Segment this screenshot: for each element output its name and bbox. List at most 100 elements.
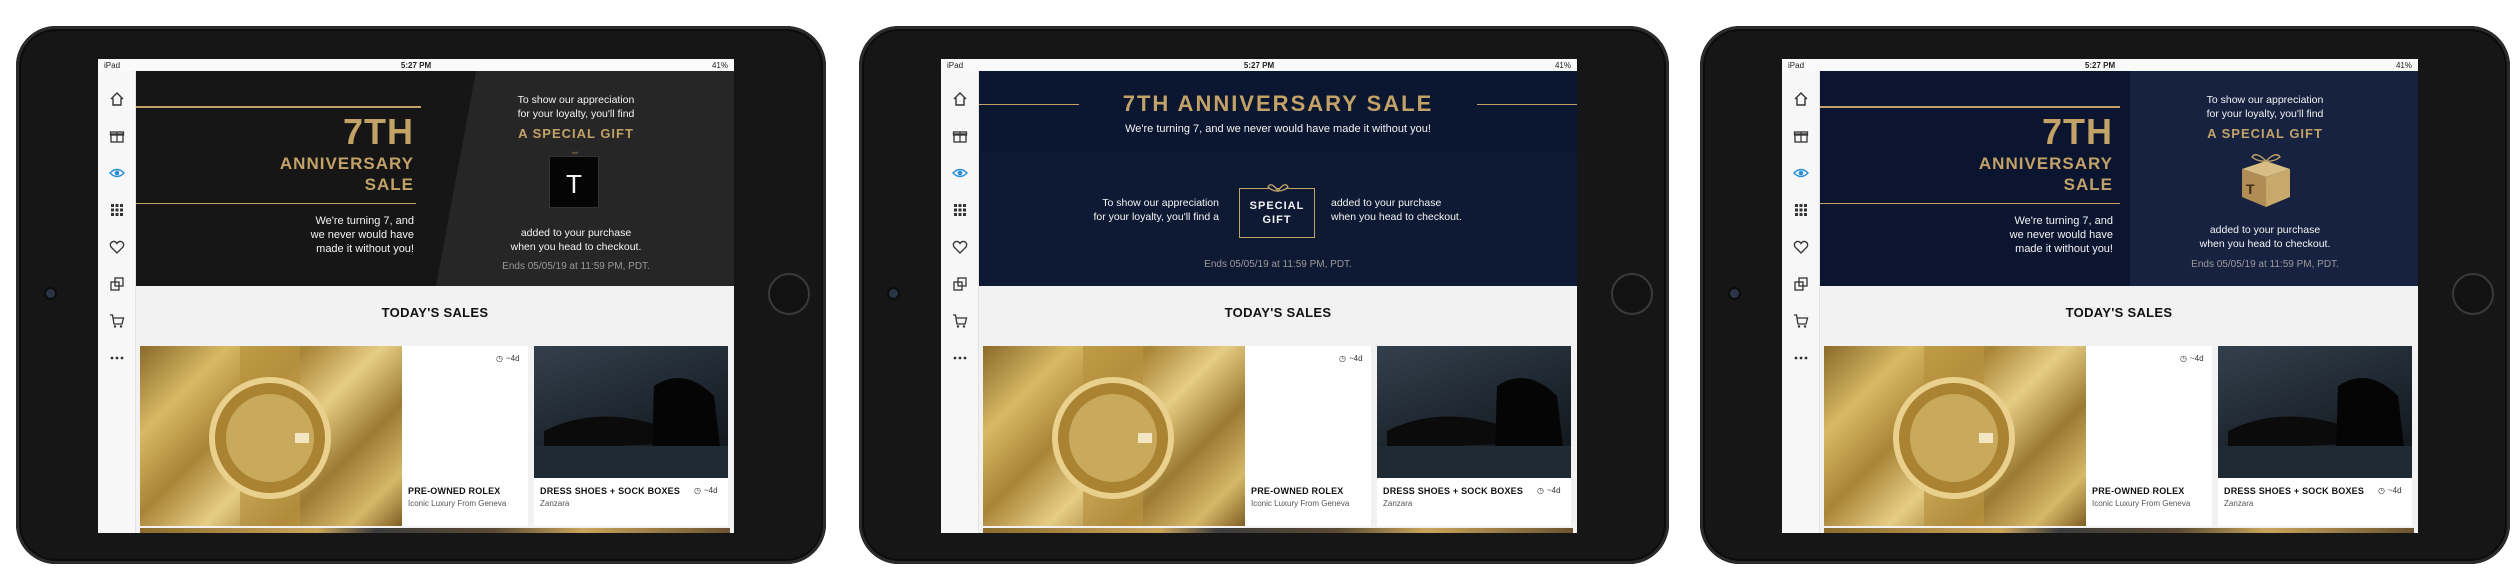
eye-icon[interactable] <box>952 165 968 181</box>
special-gift-label: A SPECIAL GIFT <box>2207 126 2323 141</box>
card-title: DRESS SHOES + SOCK BOXES <box>1383 486 1524 496</box>
time-left-text: ~4d <box>1546 486 1561 495</box>
grid-icon[interactable] <box>952 202 968 218</box>
tagline-line: we never would have <box>2009 229 2113 241</box>
gift-icon[interactable] <box>109 128 125 144</box>
gift-icon[interactable] <box>1793 128 1809 144</box>
clock-icon: ◷ <box>1339 354 1346 363</box>
sidebar <box>98 71 136 533</box>
anniversary-banner[interactable]: 7TH ANNIVERSARY SALE We're turning 7, an… <box>1820 71 2418 286</box>
sales-cards: ◷ ~4d PRE-OWNED ROLEX Iconic Luxury From … <box>1824 346 2414 526</box>
added-line: added to your purchase <box>1331 197 1442 209</box>
sidebar <box>1782 71 1820 533</box>
status-bar: iPad 5:27 PM 41% <box>98 59 734 71</box>
heart-icon[interactable] <box>109 239 125 255</box>
grid-icon[interactable] <box>1793 202 1809 218</box>
time-left: ◷ ~4d <box>2378 486 2402 495</box>
more-icon[interactable] <box>109 350 125 366</box>
clock-icon: ◷ <box>1537 486 1544 495</box>
heart-icon[interactable] <box>1793 239 1809 255</box>
time-left-text: ~4d <box>2387 486 2402 495</box>
appreciation-text: To show our appreciation for your loyalt… <box>2165 93 2365 121</box>
anniversary-banner[interactable]: 7TH ANNIVERSARY SALE We're turning 7, an… <box>979 71 1577 286</box>
sale-card-rolex[interactable]: ◷ ~4d PRE-OWNED ROLEX Iconic Luxury From … <box>983 346 1371 526</box>
clock: 5:27 PM <box>1243 60 1275 70</box>
sale-card-rolex[interactable]: ◷ ~4d PRE-OWNED ROLEX Iconic Luxury From … <box>1824 346 2212 526</box>
card-title: PRE-OWNED ROLEX <box>408 486 501 496</box>
next-row-preview <box>140 528 730 533</box>
sale-card-shoes[interactable]: DRESS SHOES + SOCK BOXES ◷ ~4d Zanzara <box>2218 346 2412 526</box>
anniversary-banner[interactable]: 7TH ANNIVERSARY SALE We're turning 7, an… <box>136 71 734 286</box>
time-left: ◷ ~4d <box>1339 354 1363 363</box>
appreciation-text: To show our appreciation for your loyalt… <box>476 93 676 121</box>
todays-sales-heading: TODAY'S SALES <box>979 286 1577 338</box>
home-button[interactable] <box>1611 273 1653 315</box>
status-bar: iPad 5:27 PM 41% <box>1782 59 2418 71</box>
anniversary-label: ANNIVERSARY <box>279 154 414 173</box>
added-line: when you head to checkout. <box>1331 211 1462 223</box>
home-icon[interactable] <box>1793 91 1809 107</box>
gift-icon[interactable] <box>952 128 968 144</box>
heart-icon[interactable] <box>952 239 968 255</box>
clock-icon: ◷ <box>694 486 701 495</box>
eye-icon[interactable] <box>109 165 125 181</box>
tagline: We're turning 7, and we never would have… <box>236 214 414 256</box>
gift-box-icon: T <box>549 151 599 208</box>
clock-icon: ◷ <box>2180 354 2187 363</box>
added-text: added to your purchase when you head to … <box>1331 196 1511 224</box>
shoes-image <box>1377 346 1571 478</box>
sale-label: SALE <box>364 175 414 194</box>
ipad-frame-1: iPad 5:27 PM 41% 7TH ANNIVERSARY SALE We… <box>16 26 826 564</box>
time-left: ◷ ~4d <box>2180 354 2204 363</box>
cart-icon[interactable] <box>1793 313 1809 329</box>
tagline-line: made it without you! <box>2015 243 2113 255</box>
shoes-image <box>2218 346 2412 478</box>
card-title: PRE-OWNED ROLEX <box>1251 486 1344 496</box>
front-camera <box>889 289 898 298</box>
gift-label-2: GIFT <box>1262 214 1292 226</box>
time-left-text: ~4d <box>703 486 718 495</box>
time-left: ◷ ~4d <box>1537 486 1561 495</box>
screen-3: iPad 5:27 PM 41% 7TH ANNIVERSARY SALE We… <box>1782 59 2418 533</box>
copy-icon[interactable] <box>109 276 125 292</box>
tagline-line: made it without you! <box>316 243 414 255</box>
big-seven: 7TH <box>2041 111 2113 152</box>
rolex-image <box>983 346 1245 526</box>
home-button[interactable] <box>2452 273 2494 315</box>
more-icon[interactable] <box>1793 350 1809 366</box>
shoes-image <box>534 346 728 478</box>
appreciation-line: To show our appreciation <box>517 94 635 106</box>
card-subtitle: Zanzara <box>1383 499 1413 508</box>
big-seven: 7TH <box>342 111 414 152</box>
sale-card-shoes[interactable]: DRESS SHOES + SOCK BOXES ◷ ~4d Zanzara <box>1377 346 1571 526</box>
more-icon[interactable] <box>952 350 968 366</box>
gift-label-1: SPECIAL <box>1249 200 1305 212</box>
time-left: ◷ ~4d <box>694 486 718 495</box>
home-icon[interactable] <box>952 91 968 107</box>
home-button[interactable] <box>768 273 810 315</box>
tagline-line: we never would have <box>310 229 414 241</box>
cart-icon[interactable] <box>109 313 125 329</box>
card-title: PRE-OWNED ROLEX <box>2092 486 2185 496</box>
tagline-line: We're turning 7, and <box>315 215 414 227</box>
grid-icon[interactable] <box>109 202 125 218</box>
copy-icon[interactable] <box>952 276 968 292</box>
time-left-text: ~4d <box>505 354 520 363</box>
cart-icon[interactable] <box>952 313 968 329</box>
todays-sales-heading: TODAY'S SALES <box>1820 286 2418 338</box>
status-bar: iPad 5:27 PM 41% <box>941 59 1577 71</box>
added-line: added to your purchase <box>520 227 632 239</box>
special-gift-label: A SPECIAL GIFT <box>518 126 634 141</box>
home-icon[interactable] <box>109 91 125 107</box>
added-text: added to your purchase when you head to … <box>476 226 676 254</box>
tagline: We're turning 7, and we never would have… <box>1930 214 2113 256</box>
clock-icon: ◷ <box>2378 486 2385 495</box>
main-content: 7TH ANNIVERSARY SALE We're turning 7, an… <box>1820 71 2418 533</box>
sale-card-rolex[interactable]: ◷ ~4d PRE-OWNED ROLEX Iconic Luxury From … <box>140 346 528 526</box>
ipad-frame-3: iPad 5:27 PM 41% 7TH ANNIVERSARY SALE We… <box>1700 26 2510 564</box>
sale-card-shoes[interactable]: DRESS SHOES + SOCK BOXES ◷ ~4d Zanzara <box>534 346 728 526</box>
eye-icon[interactable] <box>1793 165 1809 181</box>
copy-icon[interactable] <box>1793 276 1809 292</box>
appreciation-text: To show our appreciation for your loyalt… <box>1049 196 1219 224</box>
clock: 5:27 PM <box>2084 60 2116 70</box>
